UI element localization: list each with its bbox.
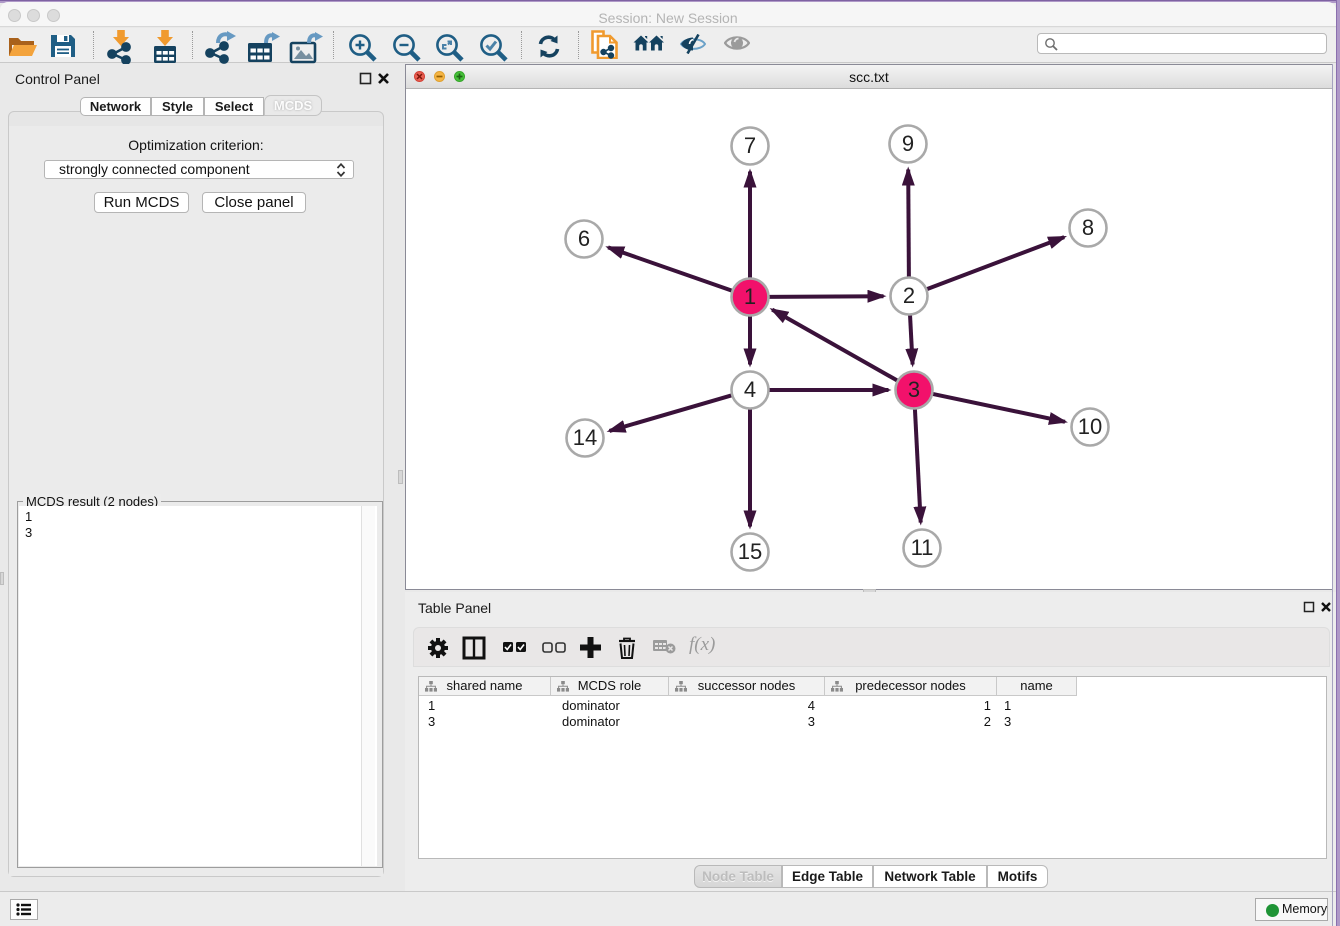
svg-text:8: 8 <box>1082 215 1094 240</box>
svg-text:7: 7 <box>744 133 756 158</box>
svg-text:4: 4 <box>744 377 756 402</box>
svg-text:9: 9 <box>902 131 914 156</box>
svg-text:2: 2 <box>903 283 915 308</box>
svg-text:3: 3 <box>908 377 920 402</box>
svg-text:6: 6 <box>578 226 590 251</box>
svg-text:10: 10 <box>1078 414 1102 439</box>
svg-text:15: 15 <box>738 539 762 564</box>
svg-text:11: 11 <box>911 535 934 560</box>
svg-text:1: 1 <box>744 284 756 309</box>
svg-text:14: 14 <box>573 425 597 450</box>
